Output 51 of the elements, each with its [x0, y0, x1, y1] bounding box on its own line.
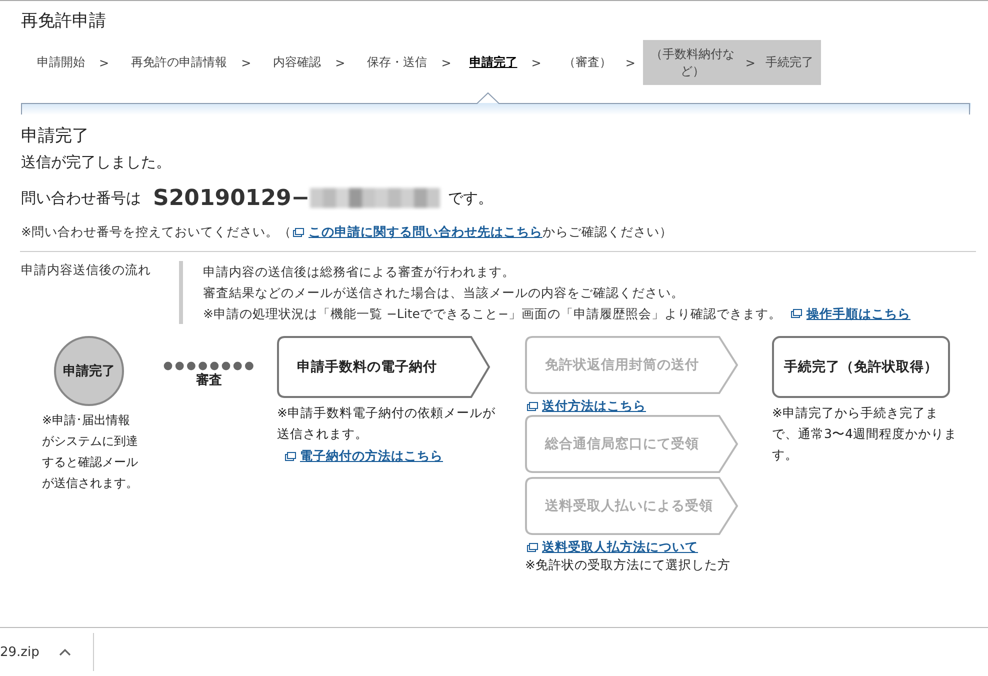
dotted-line-icon: [163, 361, 255, 371]
download-file-name[interactable]: 29.zip: [0, 644, 40, 660]
caret-up-icon[interactable]: [59, 648, 72, 656]
window-icon: [527, 402, 538, 410]
process-box: 手続完了（免許状取得）: [772, 336, 950, 398]
flow-description: 審査結果などのメールが送信された場合は、当該メールの内容をご確認ください。: [203, 284, 684, 302]
window-icon: [293, 228, 304, 237]
notice-text: ※問い合わせ番号を控えておいてください。（: [21, 224, 292, 241]
chevron-separator: >: [530, 54, 542, 72]
chevron-separator: >: [98, 54, 110, 72]
page-title: 再免許申請: [21, 10, 107, 33]
chevron-separator: >: [240, 54, 252, 72]
window-icon: [285, 452, 296, 460]
completed-circle: 申請完了: [54, 336, 124, 406]
flow-note: ※申請･届出情報がシステムに到達すると確認メールが送信されます。: [42, 412, 138, 492]
process-arrow: 申請手数料の電子納付: [277, 336, 491, 398]
flow-description: ※申請の処理状況は「機能一覧 −Liteでできること−」画面の「申請履歴照会」より確認できます。: [203, 305, 782, 323]
method-link[interactable]: 送付方法はこちら: [542, 397, 646, 415]
progress-step: 申請完了: [463, 40, 524, 85]
flow-note: ※免許状の受取方法にて選択した方: [525, 556, 732, 574]
flow-note: ※申請手数料電子納付の依頼メールが送信されます。: [277, 404, 496, 443]
process-arrow: 総合通信局窓口にて受領: [525, 415, 739, 473]
review-label: 審査: [196, 372, 222, 389]
section-heading: 申請完了: [21, 125, 90, 147]
process-arrow: 免許状返信用封筒の送付: [525, 336, 739, 394]
progress-step: 申請開始: [31, 40, 91, 85]
sent-message: 送信が完了しました。: [21, 153, 172, 172]
progress-step: （審査）: [557, 40, 618, 85]
inquiry-contact-link[interactable]: この申請に関する問い合わせ先はこちら: [308, 224, 542, 241]
window-icon: [791, 309, 802, 318]
flow-label: 申請内容送信後の流れ: [21, 262, 152, 279]
chevron-separator: >: [334, 54, 346, 72]
inquiry-number: S20190129−: [153, 186, 310, 210]
inquiry-suffix: です。: [448, 188, 493, 208]
chevron-separator: >: [440, 54, 452, 72]
chevron-separator: >: [741, 40, 760, 85]
chevron-separator: >: [624, 54, 636, 72]
window-icon: [527, 542, 538, 552]
inquiry-label: 問い合わせ番号は: [21, 188, 141, 208]
method-link[interactable]: 送料受取人払方法について: [542, 538, 698, 556]
notice-text: からご確認ください）: [542, 224, 672, 241]
flow-note: ※申請完了から手続き完了まで、通常3〜4週間程度かかります。: [772, 404, 958, 464]
progress-step: 手続完了: [759, 40, 822, 85]
progress-step: 内容確認: [267, 40, 328, 85]
progress-step: 保存・送信: [361, 40, 434, 85]
process-arrow: 送料受取人払いによる受領: [525, 477, 739, 535]
progress-step: （手数料納付など）: [643, 40, 742, 85]
progress-step: 再免許の申請情報: [125, 40, 234, 85]
operation-guide-link[interactable]: 操作手順はこちら: [806, 303, 910, 324]
flow-description: 申請内容の送信後は総務省による審査が行われます。: [203, 263, 515, 281]
payment-method-link[interactable]: 電子納付の方法はこちら: [300, 447, 443, 465]
